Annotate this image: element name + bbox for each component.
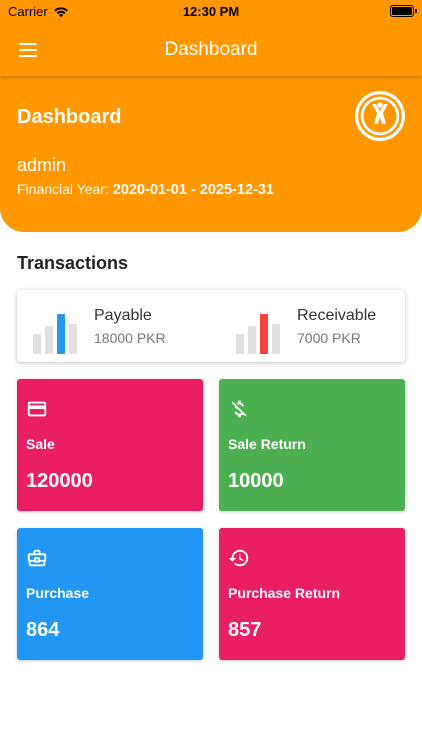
financial-year-value: 2020-01-01 - 2025-12-31: [112, 182, 274, 198]
receivable-bar-chart-icon: [236, 314, 280, 354]
payable-bar-chart-icon: [33, 314, 77, 354]
sale-return-value: 10000: [228, 470, 284, 492]
receivable-label: Receivable: [297, 307, 377, 324]
credit-card-icon: [27, 401, 47, 417]
financial-year: Financial Year: 2020-01-01 - 2025-12-31: [17, 181, 274, 198]
username: admin: [17, 155, 67, 175]
status-time: 12:30 PM: [182, 4, 240, 19]
payable-label: Payable: [94, 307, 152, 324]
purchase-value: 864: [26, 619, 60, 641]
financial-year-label: Financial Year:: [17, 181, 113, 197]
sale-value: 120000: [26, 470, 93, 492]
history-icon: [228, 549, 249, 567]
transactions-title: Transactions: [17, 253, 129, 273]
purchase-return-value: 857: [228, 619, 262, 641]
purchase-tile[interactable]: Purchase 864: [17, 528, 203, 660]
money-off-icon: [231, 400, 247, 418]
status-bar: Carrier 12:30 PM: [0, 0, 422, 24]
battery-icon: [390, 5, 417, 17]
sale-tile[interactable]: Sale 120000: [17, 379, 203, 511]
purchase-label: Purchase: [26, 585, 90, 601]
dashboard-header: Dashboard admin Financial Year: 2020-01-…: [0, 76, 422, 232]
briefcase-icon: [27, 549, 47, 567]
receivable-value: 7000 PKR: [297, 330, 361, 346]
app-bar-title: Dashboard: [164, 39, 258, 60]
purchase-return-tile[interactable]: Purchase Return 857: [219, 528, 405, 660]
payable-value: 18000 PKR: [94, 330, 166, 346]
app-bar: Dashboard: [0, 24, 422, 76]
header-title: Dashboard: [17, 106, 122, 128]
sale-label: Sale: [26, 436, 55, 452]
sale-return-label: Sale Return: [228, 436, 306, 452]
transactions-summary-card: Payable 18000 PKR Receivable 7000 PKR: [17, 290, 405, 362]
purchase-return-label: Purchase Return: [228, 585, 341, 601]
company-logo: [355, 91, 405, 141]
sale-return-tile[interactable]: Sale Return 10000: [219, 379, 405, 511]
